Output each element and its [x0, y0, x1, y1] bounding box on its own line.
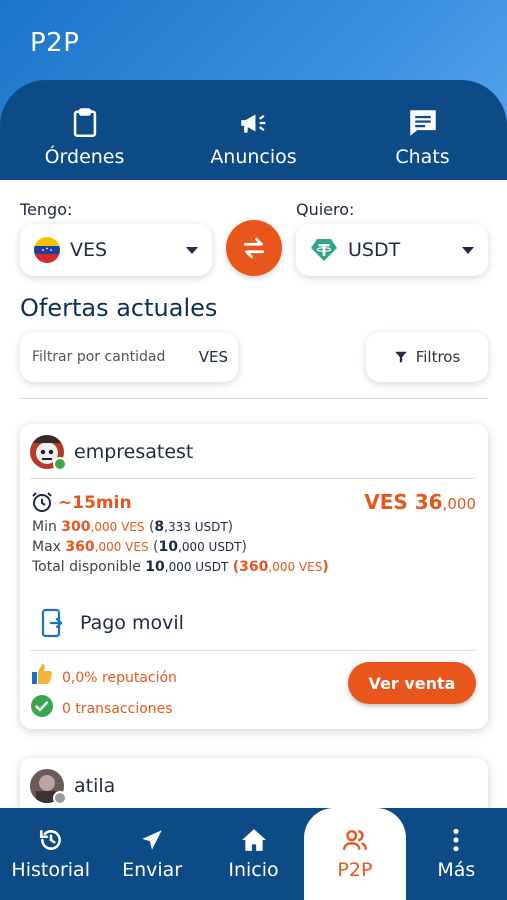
nav-label: Historial [11, 859, 90, 881]
page-title: P2P [30, 28, 80, 58]
total-value-decimals: ,000 USDT [164, 560, 229, 574]
alarm-clock-icon [32, 492, 52, 512]
reputation: 0,0% reputación [62, 670, 177, 686]
clipboard-icon [73, 108, 96, 138]
home-icon [241, 829, 266, 851]
have-currency-value: VES [70, 239, 108, 261]
amount-filter-currency: VES [198, 348, 228, 366]
swap-button[interactable] [226, 220, 282, 276]
username[interactable]: empresatest [74, 441, 193, 463]
bottom-nav: Historial Enviar Inicio P2P Más [0, 808, 507, 900]
total-value: 10 [145, 559, 165, 575]
tab-anuncios[interactable]: Anuncios [169, 80, 338, 180]
swap-arrows-icon [243, 237, 265, 259]
offer-card: empresatest ~15min VES 36,000 Min 300,00… [20, 424, 488, 729]
price: VES 36,000 [364, 490, 476, 514]
thumbs-up-icon [32, 664, 53, 684]
check-circle-icon [31, 695, 53, 717]
have-label: Tengo: [20, 200, 73, 219]
history-icon [39, 830, 61, 850]
tab-chats[interactable]: Chats [338, 80, 507, 180]
min-value: 300 [61, 519, 91, 535]
tether-icon [311, 239, 337, 261]
top-tabs: Órdenes Anuncios Chats [0, 80, 507, 180]
offer-card: atila [20, 758, 488, 810]
min-label: Min [32, 519, 57, 535]
have-currency-select[interactable]: VES [20, 224, 212, 276]
divider [20, 398, 488, 399]
max-conv-value: 10 [158, 539, 178, 555]
tab-label: Chats [395, 146, 450, 168]
max-limit: Max 360,000 VES (10,000 USDT) [32, 539, 247, 555]
status-badge [53, 791, 67, 805]
nav-enviar[interactable]: Enviar [101, 808, 202, 900]
username[interactable]: atila [74, 775, 115, 797]
nav-label: P2P [337, 859, 373, 881]
main-content: Tengo: Quiero: VES USDT Ofertas actuales… [0, 180, 507, 810]
completion-time: ~15min [58, 493, 132, 513]
max-label: Max [32, 539, 61, 555]
filters-button[interactable]: Filtros [366, 332, 488, 382]
nav-historial[interactable]: Historial [0, 808, 101, 900]
nav-mas[interactable]: Más [406, 808, 507, 900]
users-icon [342, 830, 367, 850]
total-conv-close: ) [322, 559, 329, 575]
max-value: 360 [65, 539, 95, 555]
offers-title: Ofertas actuales [20, 294, 218, 322]
filter-icon [394, 351, 407, 363]
max-conv-close: ) [241, 539, 247, 555]
nav-label: Inicio [228, 859, 279, 881]
venezuela-flag-icon [34, 237, 60, 263]
max-conv-decimals: ,000 USDT [178, 540, 242, 554]
view-sale-button[interactable]: Ver venta [348, 662, 476, 704]
transactions: 0 transacciones [62, 701, 173, 717]
nav-p2p[interactable]: P2P [304, 808, 406, 900]
amount-filter-input[interactable]: Filtrar por cantidad VES [20, 332, 238, 382]
nav-label: Enviar [122, 859, 183, 881]
tab-label: Órdenes [44, 146, 125, 168]
payment-method: Pago movil [80, 612, 184, 634]
want-currency-select[interactable]: USDT [296, 224, 488, 276]
min-value-decimals: ,000 VES [90, 520, 145, 534]
total-available: Total disponible 10,000 USDT (360,000 VE… [32, 559, 329, 575]
total-conv-value: 360 [239, 559, 269, 575]
mobile-payment-icon [41, 608, 63, 638]
tab-ordenes[interactable]: Órdenes [0, 80, 169, 180]
min-conv-value: 8 [154, 519, 165, 535]
chevron-down-icon [462, 246, 474, 254]
min-limit: Min 300,000 VES (8,333 USDT) [32, 519, 233, 535]
amount-filter-placeholder: Filtrar por cantidad [32, 349, 166, 365]
more-vertical-icon [453, 828, 459, 852]
price-decimals: ,000 [442, 495, 476, 513]
price-main: 36 [414, 490, 443, 514]
min-conv-decimals: ,333 USDT [164, 520, 228, 534]
filters-label: Filtros [415, 348, 461, 366]
max-value-decimals: ,000 VES [94, 540, 149, 554]
chevron-down-icon [186, 246, 198, 254]
nav-label: Más [437, 859, 476, 881]
chat-icon [409, 110, 436, 136]
divider [30, 650, 476, 651]
send-icon [142, 830, 162, 850]
price-currency: VES [364, 490, 408, 514]
nav-inicio[interactable]: Inicio [203, 808, 304, 900]
total-conv-decimals: ,000 VES [268, 560, 323, 574]
min-conv-close: ) [227, 519, 234, 535]
tab-label: Anuncios [210, 146, 297, 168]
want-label: Quiero: [296, 200, 355, 219]
online-badge [53, 457, 67, 471]
total-label: Total disponible [32, 559, 141, 575]
divider [30, 478, 476, 479]
want-currency-value: USDT [348, 239, 401, 261]
megaphone-icon [240, 114, 265, 133]
